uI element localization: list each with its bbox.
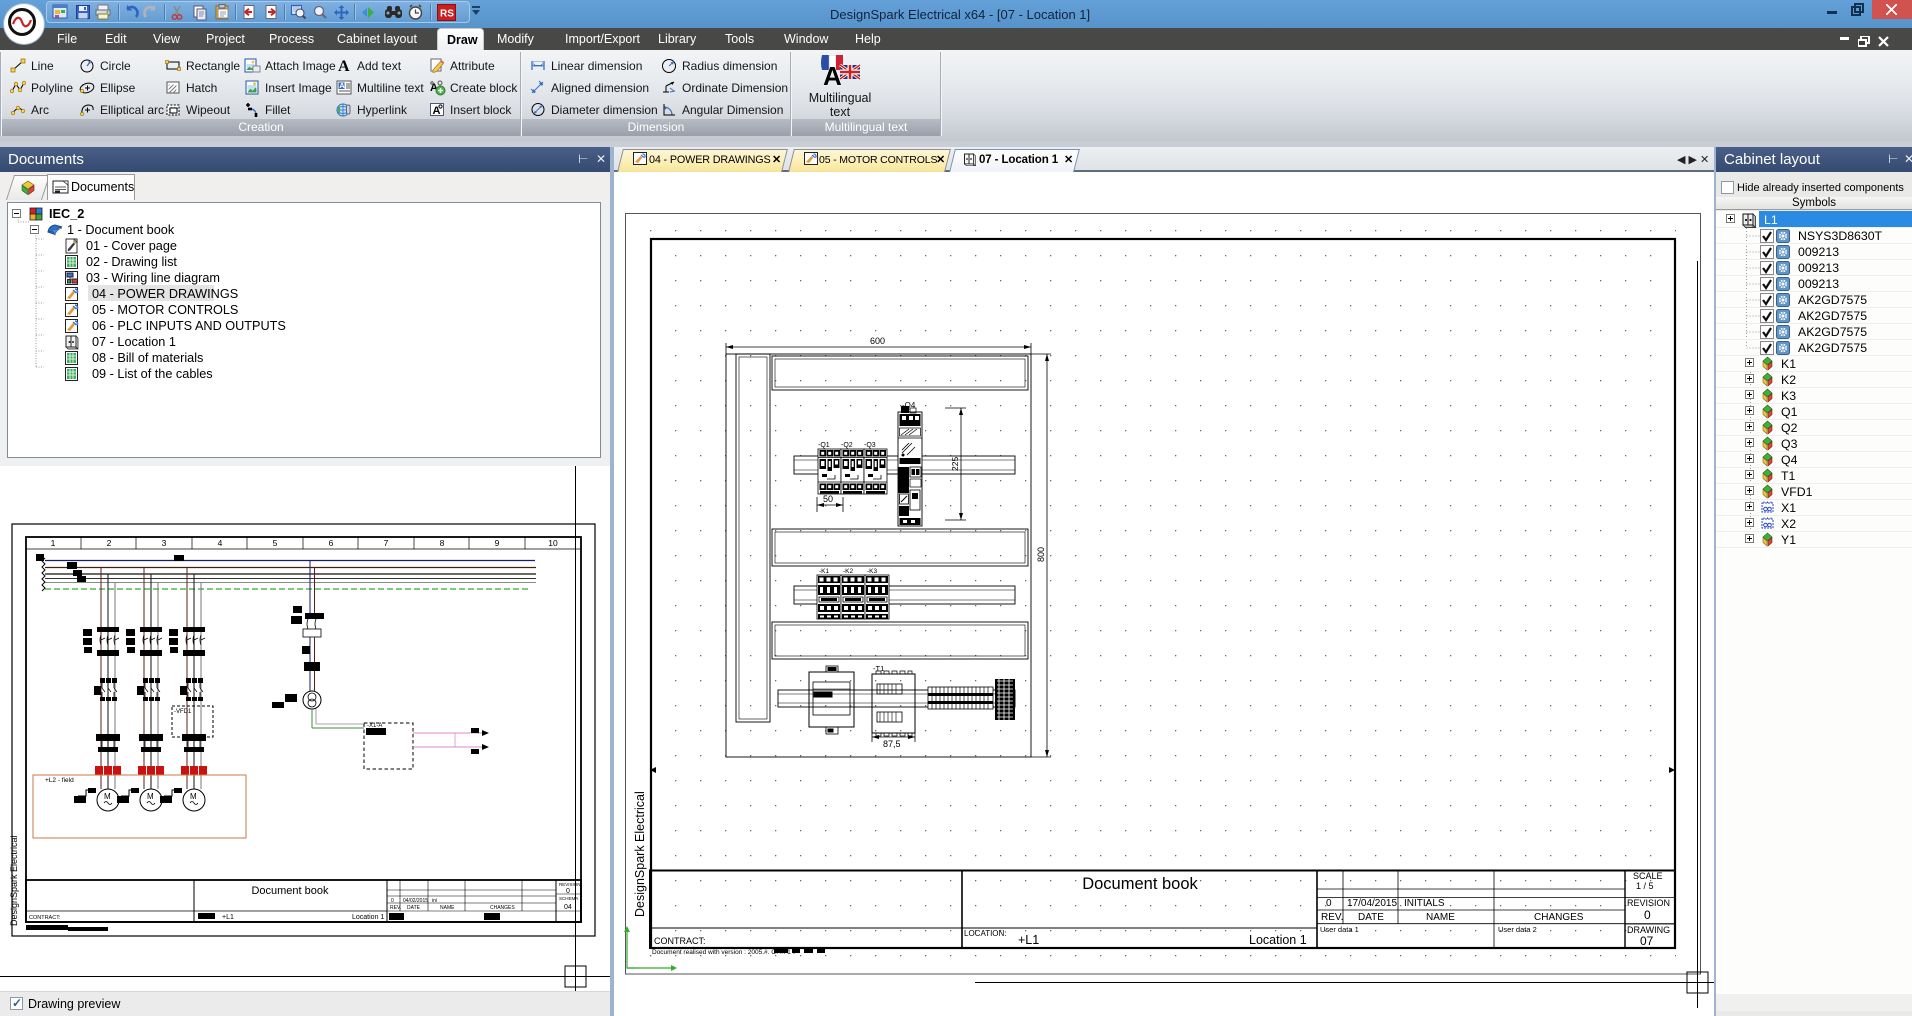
svg-text:7: 7 [384, 538, 389, 548]
svg-text:A: A [338, 58, 350, 74]
svg-text:0: 0 [566, 888, 570, 895]
svg-text:Location 1: Location 1 [1249, 933, 1307, 947]
svg-text:A: A [823, 61, 842, 91]
svg-text:+L1: +L1 [222, 914, 234, 921]
svg-text:RS: RS [440, 9, 454, 20]
svg-text:2: 2 [107, 538, 112, 548]
svg-text:-Q1: -Q1 [818, 442, 830, 449]
svg-text:0: 0 [1644, 908, 1651, 922]
svg-text:800: 800 [1036, 547, 1046, 562]
svg-text:04: 04 [564, 904, 572, 911]
svg-text:REV.: REV. [1321, 912, 1343, 923]
svg-text:Location 1: Location 1 [352, 914, 384, 921]
svg-text:User data 2: User data 2 [1498, 925, 1537, 934]
svg-text:M: M [104, 792, 111, 801]
svg-text:8: 8 [440, 538, 445, 548]
svg-text:SCALE: SCALE [1633, 871, 1663, 881]
svg-text:-VFD1: -VFD1 [174, 709, 192, 715]
svg-text:CHANGES: CHANGES [1534, 912, 1584, 923]
svg-text:1 / 5: 1 / 5 [1636, 881, 1654, 891]
svg-text:0: 0 [1326, 898, 1332, 909]
svg-text:1: 1 [51, 538, 56, 548]
svg-text:5: 5 [273, 538, 278, 548]
svg-text:-K3: -K3 [867, 568, 878, 575]
svg-text:50: 50 [823, 494, 833, 504]
svg-text:User data 1: User data 1 [1320, 925, 1359, 934]
svg-text:DATE: DATE [1358, 912, 1384, 923]
svg-text:NAME: NAME [1426, 912, 1455, 923]
svg-text:6: 6 [329, 538, 334, 548]
svg-text:-X1-A: -X1-A [367, 723, 382, 729]
svg-text:M: M [147, 792, 154, 801]
svg-text:-Q3: -Q3 [864, 442, 876, 449]
svg-text:225: 225 [950, 457, 960, 471]
svg-text:-Q2: -Q2 [841, 442, 853, 449]
svg-text:+L2 - field: +L2 - field [45, 777, 74, 784]
svg-text:CONTRACT:: CONTRACT: [29, 915, 61, 921]
svg-text:INITIALS: INITIALS [1404, 898, 1445, 909]
svg-text:CONTRACT:: CONTRACT: [654, 936, 706, 946]
svg-text:DesignSpark Electrical: DesignSpark Electrical [633, 791, 647, 917]
svg-text:Document book: Document book [1082, 875, 1198, 893]
svg-text:M: M [190, 792, 197, 801]
svg-text:A: A [339, 81, 345, 90]
svg-text:CHANGES: CHANGES [490, 905, 515, 911]
svg-text:3: 3 [162, 538, 167, 548]
svg-text:-T1: -T1 [873, 664, 884, 673]
svg-text:600: 600 [870, 336, 885, 346]
svg-text:4: 4 [218, 538, 223, 548]
svg-text:DATE: DATE [407, 905, 421, 911]
svg-text:04/02/2015: 04/02/2015 [403, 898, 428, 904]
svg-text:DesignSpark Electrical: DesignSpark Electrical [9, 835, 19, 926]
svg-text:07: 07 [1640, 934, 1654, 948]
svg-text:0: 0 [391, 898, 394, 904]
svg-text:-K2: -K2 [843, 568, 854, 575]
svg-text:REVISION: REVISION [1627, 898, 1670, 908]
svg-text:9: 9 [495, 538, 500, 548]
svg-text:LOCATION:: LOCATION: [964, 929, 1007, 938]
svg-text:Document book: Document book [251, 885, 329, 897]
svg-text:+L1: +L1 [1018, 933, 1039, 947]
svg-text:REVISION: REVISION [559, 882, 581, 887]
svg-text:10: 10 [548, 538, 558, 548]
svg-text:-K1: -K1 [819, 568, 830, 575]
svg-text:-Q4: -Q4 [902, 401, 916, 410]
svg-text:NAME: NAME [440, 905, 455, 911]
svg-text:87,5: 87,5 [883, 739, 901, 749]
svg-text:REV.: REV. [390, 905, 401, 911]
svg-text:17/04/2015: 17/04/2015 [1347, 898, 1397, 909]
svg-text:ini: ini [432, 898, 437, 904]
